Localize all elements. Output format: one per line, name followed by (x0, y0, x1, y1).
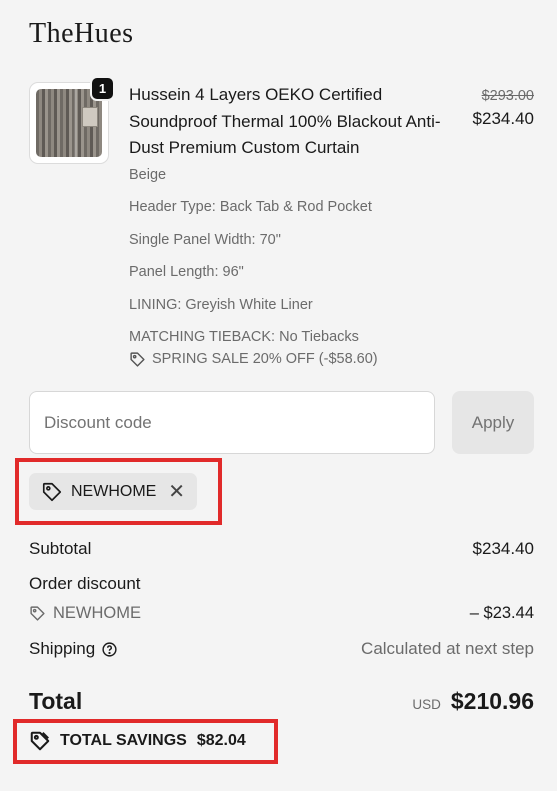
product-option: Panel Length: 96" (129, 264, 244, 280)
apply-button[interactable]: Apply (452, 391, 534, 454)
order-discount-label: Order discount (29, 574, 141, 593)
currency-label: USD (412, 697, 441, 712)
product-color: Beige (129, 166, 167, 183)
tag-icon (29, 605, 46, 622)
discount-code-label: NEWHOME (29, 604, 141, 623)
brand-logo[interactable]: TheHues (29, 18, 134, 50)
highlight-box-savings (13, 719, 278, 764)
discount-code-row: NEWHOME – $23.44 (29, 604, 534, 623)
order-discount-row: Order discount (29, 574, 534, 594)
product-option: LINING: Greyish White Liner (129, 296, 313, 313)
product-info: Hussein 4 Layers OEKO Certified Soundpro… (129, 82, 459, 368)
product-prices: $293.00 $234.40 (473, 86, 534, 132)
promo-line: SPRING SALE 20% OFF (-$58.60) (129, 350, 459, 368)
total-value: $210.96 (450, 688, 534, 714)
shipping-row: Shipping Calculated at next step (29, 639, 534, 659)
subtotal-label: Subtotal (29, 539, 92, 558)
total-row: Total USD $210.96 (29, 688, 534, 715)
sale-price: $234.40 (472, 109, 534, 128)
tag-icon (129, 351, 146, 368)
subtotal-row: Subtotal $234.40 (29, 539, 534, 559)
quantity-badge: 1 (90, 76, 115, 101)
discount-form: Apply (29, 391, 534, 454)
highlight-box-discount (15, 458, 222, 525)
total-amount-group: USD $210.96 (412, 688, 534, 715)
promo-text: SPRING SALE 20% OFF (-$58.60) (152, 351, 378, 367)
discount-code-text: NEWHOME (53, 604, 141, 622)
subtotal-value: $234.40 (472, 539, 534, 558)
shipping-value: Calculated at next step (361, 639, 534, 658)
original-price: $293.00 (481, 88, 534, 104)
product-title: Hussein 4 Layers OEKO Certified Soundpro… (129, 85, 441, 157)
shipping-label-group: Shipping (29, 639, 118, 659)
shipping-label: Shipping (29, 639, 96, 658)
discount-value: – $23.44 (469, 604, 534, 622)
discount-code-input[interactable] (29, 391, 435, 454)
total-label: Total (29, 688, 83, 714)
product-option: Header Type: Back Tab & Rod Pocket (129, 199, 372, 215)
product-option: Single Panel Width: 70" (129, 231, 281, 248)
product-option: MATCHING TIEBACK: No Tiebacks (129, 329, 359, 345)
help-icon[interactable] (101, 641, 118, 658)
